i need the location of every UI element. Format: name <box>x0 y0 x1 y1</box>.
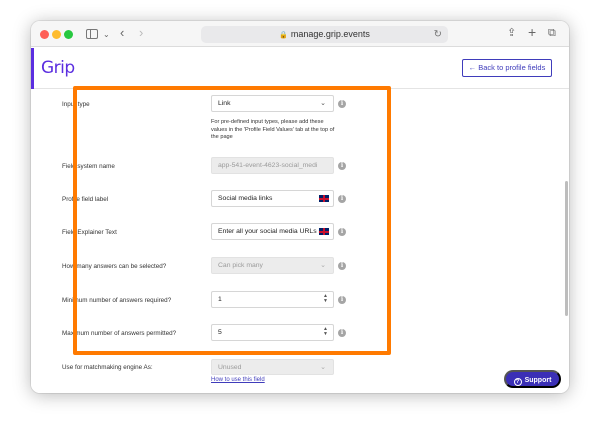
back-arrow-icon[interactable]: ‹ <box>120 26 124 39</box>
support-button[interactable]: ? Support <box>504 370 561 388</box>
answers-selectable-value: Can pick many <box>218 262 263 269</box>
answers-selectable-label: How many answers can be selected? <box>62 263 167 270</box>
zoom-window-button[interactable] <box>64 30 73 39</box>
browser-toolbar: ⌄ ‹ › 🔒 manage.grip.events ↻ ⇪ + ⧉ <box>31 21 569 47</box>
brand-accent-bar <box>31 48 34 89</box>
answers-selectable-select: Can pick many ⌄ <box>211 257 334 274</box>
chevron-down-icon: ⌄ <box>320 364 326 371</box>
profile-field-label-label: Profile field label <box>62 196 109 203</box>
field-system-name-input: app-541-event-4623-social_medi <box>211 157 334 174</box>
field-explainer-text-label: Field Explainer Text <box>62 229 117 236</box>
field-system-name-label: Field system name <box>62 163 115 170</box>
lock-icon: 🔒 <box>279 32 288 39</box>
matchmaking-label: Use for matchmaking engine As: <box>62 364 153 371</box>
forward-arrow-icon[interactable]: › <box>139 26 143 39</box>
share-icon[interactable]: ⇪ <box>507 27 516 39</box>
uk-flag-icon[interactable] <box>319 195 329 202</box>
input-type-select[interactable]: Link ⌄ <box>211 95 334 112</box>
min-answers-stepper[interactable]: 1 ▲ ▼ <box>211 291 334 308</box>
info-icon[interactable]: i <box>338 228 346 236</box>
stepper-arrows-icon[interactable]: ▲ ▼ <box>323 327 328 337</box>
page-scrollbar[interactable] <box>565 181 568 316</box>
profile-field-label-input[interactable]: Social media links <box>211 190 334 207</box>
field-system-name-value: app-541-event-4623-social_medi <box>218 162 318 169</box>
info-icon[interactable]: i <box>338 195 346 203</box>
close-window-button[interactable] <box>40 30 49 39</box>
app-header: Grip ← Back to profile fields <box>31 48 569 89</box>
min-answers-label: Minimum number of answers required? <box>62 297 172 304</box>
input-type-help-text: For pre-defined input types, please add … <box>211 119 335 141</box>
new-tab-icon[interactable]: + <box>528 25 536 39</box>
max-answers-stepper[interactable]: 5 ▲ ▼ <box>211 324 334 341</box>
info-icon[interactable]: i <box>338 100 346 108</box>
stepper-arrows-icon[interactable]: ▲ ▼ <box>323 294 328 304</box>
min-answers-value: 1 <box>218 296 222 303</box>
grip-logo[interactable]: Grip <box>41 58 75 78</box>
max-answers-label: Maximum number of answers permitted? <box>62 330 177 337</box>
chevron-down-icon: ⌄ <box>320 262 326 269</box>
info-icon[interactable]: i <box>338 296 346 304</box>
minimize-window-button[interactable] <box>52 30 61 39</box>
url-text: manage.grip.events <box>290 29 370 39</box>
reload-icon[interactable]: ↻ <box>434 26 442 43</box>
input-type-label: Input type <box>62 101 90 108</box>
input-type-value: Link <box>218 100 231 107</box>
uk-flag-icon[interactable] <box>319 228 329 235</box>
field-explainer-text-value: Enter all your social media URLs i <box>218 228 320 235</box>
chevron-down-icon[interactable]: ⌄ <box>103 29 110 41</box>
max-answers-value: 5 <box>218 329 222 336</box>
back-to-profile-fields-button[interactable]: ← Back to profile fields <box>462 59 552 77</box>
matchmaking-value: Unused <box>218 364 242 371</box>
info-icon[interactable]: i <box>338 329 346 337</box>
chevron-down-icon: ⌄ <box>320 100 326 107</box>
support-label: Support <box>524 377 552 384</box>
field-explainer-text-input[interactable]: Enter all your social media URLs i <box>211 223 334 240</box>
address-bar[interactable]: 🔒 manage.grip.events ↻ <box>201 26 448 43</box>
tab-overview-icon[interactable]: ⧉ <box>548 27 556 39</box>
help-icon: ? <box>513 378 522 386</box>
sidebar-toggle-icon[interactable] <box>86 29 98 39</box>
info-icon[interactable]: i <box>338 162 346 170</box>
how-to-use-field-link[interactable]: How to use this field <box>211 377 265 383</box>
matchmaking-select: Unused ⌄ <box>211 359 334 375</box>
info-icon[interactable]: i <box>338 262 346 270</box>
profile-field-label-value: Social media links <box>218 195 273 202</box>
